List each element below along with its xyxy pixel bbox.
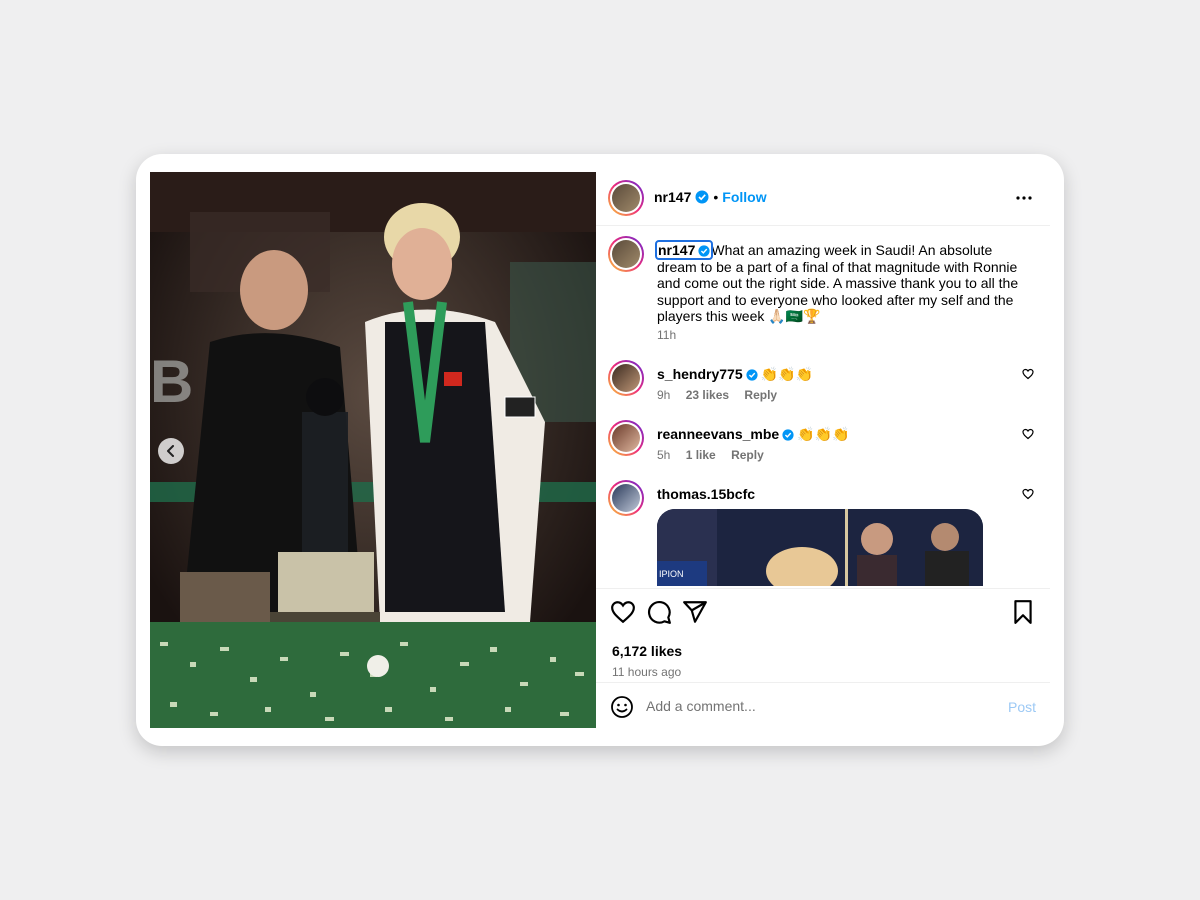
comment-meta: 9h 23 likes Reply: [657, 388, 777, 402]
comment-text: 👏👏👏: [797, 426, 850, 442]
svg-text:B: B: [150, 348, 193, 415]
verified-badge-icon: [782, 429, 794, 441]
caption-avatar[interactable]: [608, 236, 644, 272]
heart-icon[interactable]: [1022, 488, 1034, 500]
previous-photo-button[interactable]: [158, 438, 184, 464]
post-details-panel: nr147 • Follow nr147 What an amazing wee…: [596, 172, 1050, 728]
commenter-username[interactable]: thomas.15bcfc: [657, 486, 755, 502]
post-actions: 6,172 likes 11 hours ago: [596, 588, 1050, 684]
comment-likes[interactable]: 23 likes: [686, 388, 729, 402]
svg-text:IPION: IPION: [659, 569, 684, 579]
caption-username-label: nr147: [658, 242, 696, 258]
snooker-trophy-photo: B: [150, 172, 596, 728]
commenter-username[interactable]: reanneevans_mbe: [657, 426, 779, 442]
comment-likes[interactable]: 1 like: [686, 448, 716, 462]
bookmark-icon[interactable]: [1010, 599, 1036, 625]
separator-dot: •: [713, 189, 719, 205]
commenter-avatar[interactable]: [608, 480, 644, 516]
verified-badge-icon: [746, 369, 758, 381]
comment-meta: 5h 1 like Reply: [657, 448, 764, 462]
author-line: nr147 • Follow: [654, 189, 767, 205]
author-username[interactable]: nr147: [654, 189, 691, 205]
post-header: nr147 • Follow: [596, 172, 1050, 226]
caption-text-block: nr147 What an amazing week in Saudi! An a…: [654, 240, 1027, 325]
author-avatar[interactable]: [608, 180, 644, 216]
comment-text-block: thomas.15bcfc: [657, 486, 1027, 503]
post-photo: B: [150, 172, 596, 728]
follow-button[interactable]: Follow: [722, 189, 766, 205]
verified-badge-icon: [695, 190, 709, 204]
reply-button[interactable]: Reply: [744, 388, 777, 402]
likes-count[interactable]: 6,172 likes: [612, 643, 682, 659]
heart-icon[interactable]: [1022, 368, 1034, 380]
share-icon[interactable]: [682, 599, 708, 625]
post-timestamp: 11 hours ago: [612, 665, 682, 679]
post-comment-button[interactable]: Post: [1008, 699, 1036, 715]
caption-time: 11h: [657, 328, 677, 342]
more-icon: [1016, 196, 1032, 200]
comment-time: 5h: [657, 448, 671, 462]
comment-icon[interactable]: [646, 599, 672, 625]
more-options-button[interactable]: [1012, 188, 1036, 208]
comment-text-block: reanneevans_mbe 👏👏👏: [657, 426, 1027, 443]
comments-list[interactable]: nr147 What an amazing week in Saudi! An a…: [596, 226, 1050, 586]
comment-time: 9h: [657, 388, 671, 402]
comment-text: 👏👏👏: [760, 366, 813, 382]
caption-meta: 11h: [657, 328, 676, 342]
comment-composer: Post: [596, 682, 1050, 728]
commenter-avatar[interactable]: [608, 420, 644, 456]
commenter-username[interactable]: s_hendry775: [657, 366, 743, 382]
heart-icon[interactable]: [1022, 428, 1034, 440]
comment-image[interactable]: IPION: [657, 509, 983, 586]
comment-text-block: s_hendry775 👏👏👏: [657, 366, 1027, 383]
heart-icon[interactable]: [610, 599, 636, 625]
chevron-left-icon: [167, 445, 174, 457]
verified-badge-icon: [698, 245, 710, 257]
post-card: B nr147 • Follow nr147 What an amazing w…: [136, 154, 1064, 746]
commenter-avatar[interactable]: [608, 360, 644, 396]
caption-text: What an amazing week in Saudi! An absolu…: [657, 242, 1019, 324]
caption-username[interactable]: nr147: [654, 240, 714, 260]
reply-button[interactable]: Reply: [731, 448, 764, 462]
emoji-icon[interactable]: [610, 695, 634, 719]
comment-photo: IPION: [657, 509, 983, 586]
comment-input[interactable]: [646, 695, 986, 717]
